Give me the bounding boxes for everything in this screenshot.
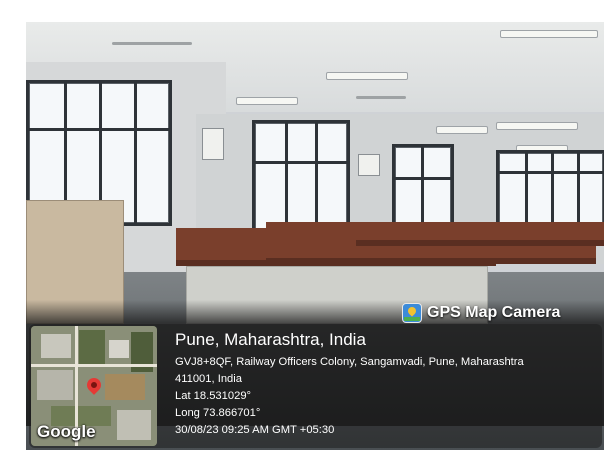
address-line: 411001, India	[175, 373, 242, 385]
ceiling-lamp	[436, 126, 488, 134]
app-label: GPS Map Camera	[427, 304, 561, 321]
location-title: Pune, Maharashtra, India	[175, 330, 366, 349]
google-logo: Google	[37, 422, 96, 441]
photo-frame: GPS Map Camera Google Pune, Maharashtra,…	[0, 0, 604, 456]
gps-map-camera-badge: GPS Map Camera	[402, 302, 598, 324]
ceiling-lamp	[496, 122, 578, 130]
location-details: Pune, Maharashtra, India GVJ8+8QF, Railw…	[175, 330, 595, 441]
ceiling-lamp	[236, 97, 298, 105]
ceiling-lamp	[326, 72, 408, 80]
address-line: GVJ8+8QF, Railway Officers Colony, Sanga…	[175, 356, 524, 368]
ceiling-fan	[112, 42, 192, 45]
lab-bench	[356, 222, 604, 246]
window	[392, 144, 454, 232]
ceiling-lamp	[500, 30, 598, 38]
latitude-text: Lat 18.531029°	[175, 390, 252, 402]
window	[252, 120, 350, 232]
wall-poster	[358, 154, 380, 176]
map-thumbnail: Google	[31, 326, 157, 446]
wall-poster	[202, 128, 224, 160]
longitude-text: Long 73.866701°	[175, 407, 261, 419]
map-pin-camera-icon	[402, 303, 422, 323]
datetime-text: 30/08/23 09:25 AM GMT +05:30	[175, 424, 335, 436]
ceiling-fan	[356, 96, 406, 99]
